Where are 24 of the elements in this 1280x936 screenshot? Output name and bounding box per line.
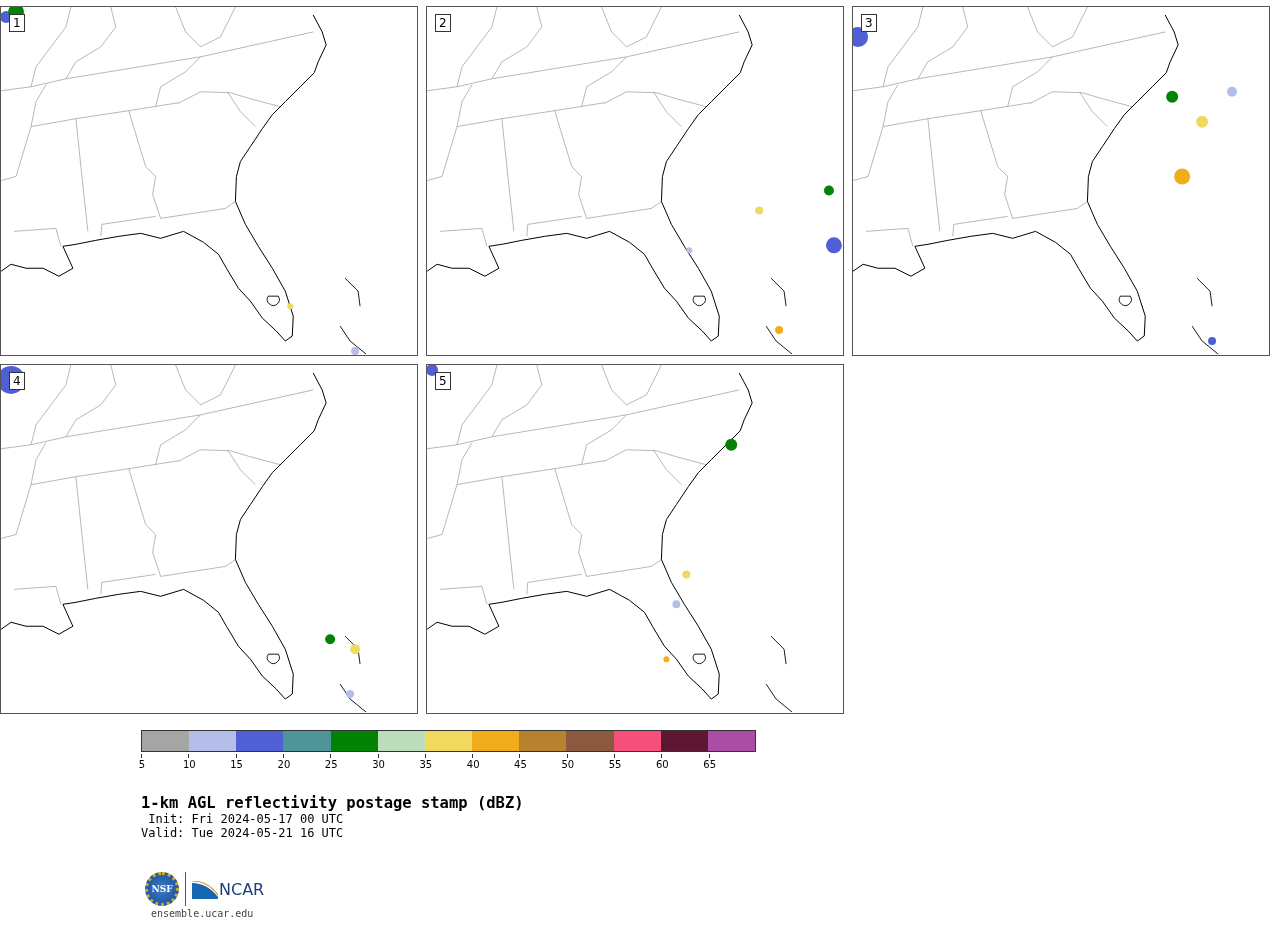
panel-number: 4 xyxy=(9,372,25,390)
panel-number: 5 xyxy=(435,372,451,390)
tick-label: 65 xyxy=(703,759,717,770)
valid-time: Valid: Tue 2024-05-21 16 UTC xyxy=(141,826,345,840)
panel-number: 1 xyxy=(9,14,25,32)
tick-label: 15 xyxy=(230,759,243,770)
tick-label: 60 xyxy=(656,759,669,770)
chart-title: 1-km AGL reflectivity postage stamp (dBZ) xyxy=(141,794,525,812)
panel-number: 2 xyxy=(435,14,451,32)
nsf-logo: NSF xyxy=(145,872,179,906)
tick-label: 50 xyxy=(561,759,575,770)
tick-label: 25 xyxy=(324,759,338,770)
init-time: Init: Fri 2024-05-17 00 UTC xyxy=(147,812,345,826)
tick-label: 40 xyxy=(466,759,480,770)
tick-label: 45 xyxy=(514,759,527,770)
panel-number: 3 xyxy=(861,14,877,32)
ncar-logo: NCAR xyxy=(192,879,265,899)
tick-label: 5 xyxy=(138,759,146,770)
tick-label: 35 xyxy=(419,759,433,770)
tick-label: 10 xyxy=(182,759,196,770)
tick-label: 30 xyxy=(372,759,385,770)
tick-label: 55 xyxy=(608,759,622,770)
tick-label: 20 xyxy=(277,759,291,770)
website-url: ensemble.ucar.edu xyxy=(151,908,255,919)
